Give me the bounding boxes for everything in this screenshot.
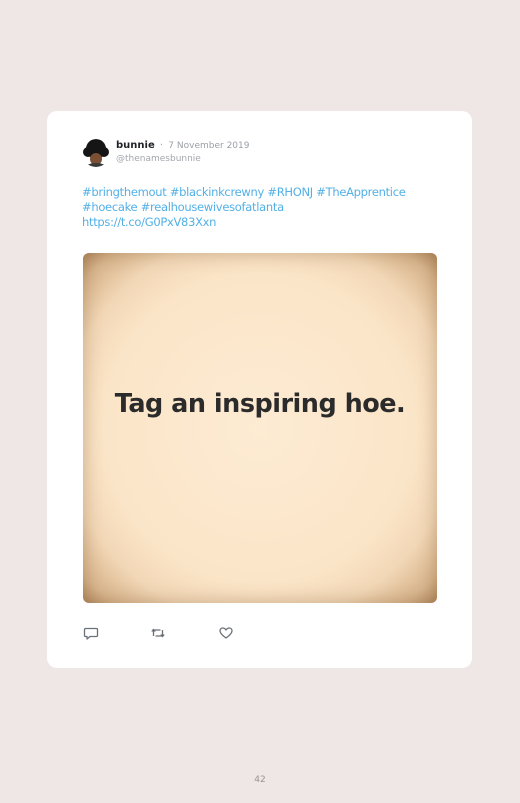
tweet-url-link[interactable]: https://t.co/G0PxV83Xxn <box>82 215 216 229</box>
tweet-header: bunnie · 7 November 2019 @thenamesbunnie <box>82 139 442 169</box>
hashtag-link[interactable]: #bringthemout <box>82 185 167 199</box>
hashtag-link[interactable]: #RHONJ <box>267 185 313 199</box>
tweet-actions <box>83 625 283 641</box>
heart-icon[interactable] <box>218 625 234 641</box>
hashtag-link[interactable]: #realhousewivesofatlanta <box>141 200 284 214</box>
display-name[interactable]: bunnie <box>116 140 155 151</box>
hashtag-link[interactable]: #blackinkcrewny <box>170 185 264 199</box>
tweet-media[interactable]: Tag an inspiring hoe. <box>83 253 437 603</box>
tweet-card: bunnie · 7 November 2019 @thenamesbunnie… <box>47 111 472 668</box>
tweet-date[interactable]: 7 November 2019 <box>168 141 249 151</box>
hashtag-link[interactable]: #hoecake <box>82 200 138 214</box>
user-handle[interactable]: @thenamesbunnie <box>116 153 436 165</box>
retweet-icon[interactable] <box>150 625 166 641</box>
user-block: bunnie · 7 November 2019 @thenamesbunnie <box>116 139 436 165</box>
tweet-text: #bringthemout #blackinkcrewny #RHONJ #Th… <box>82 185 442 230</box>
hashtag-link[interactable]: #TheApprentice <box>316 185 406 199</box>
name-line: bunnie · 7 November 2019 <box>116 139 436 153</box>
reply-icon[interactable] <box>83 625 99 641</box>
separator: · <box>159 140 164 151</box>
media-caption: Tag an inspiring hoe. <box>114 389 406 419</box>
page-number: 42 <box>254 775 266 785</box>
avatar[interactable] <box>82 139 110 167</box>
